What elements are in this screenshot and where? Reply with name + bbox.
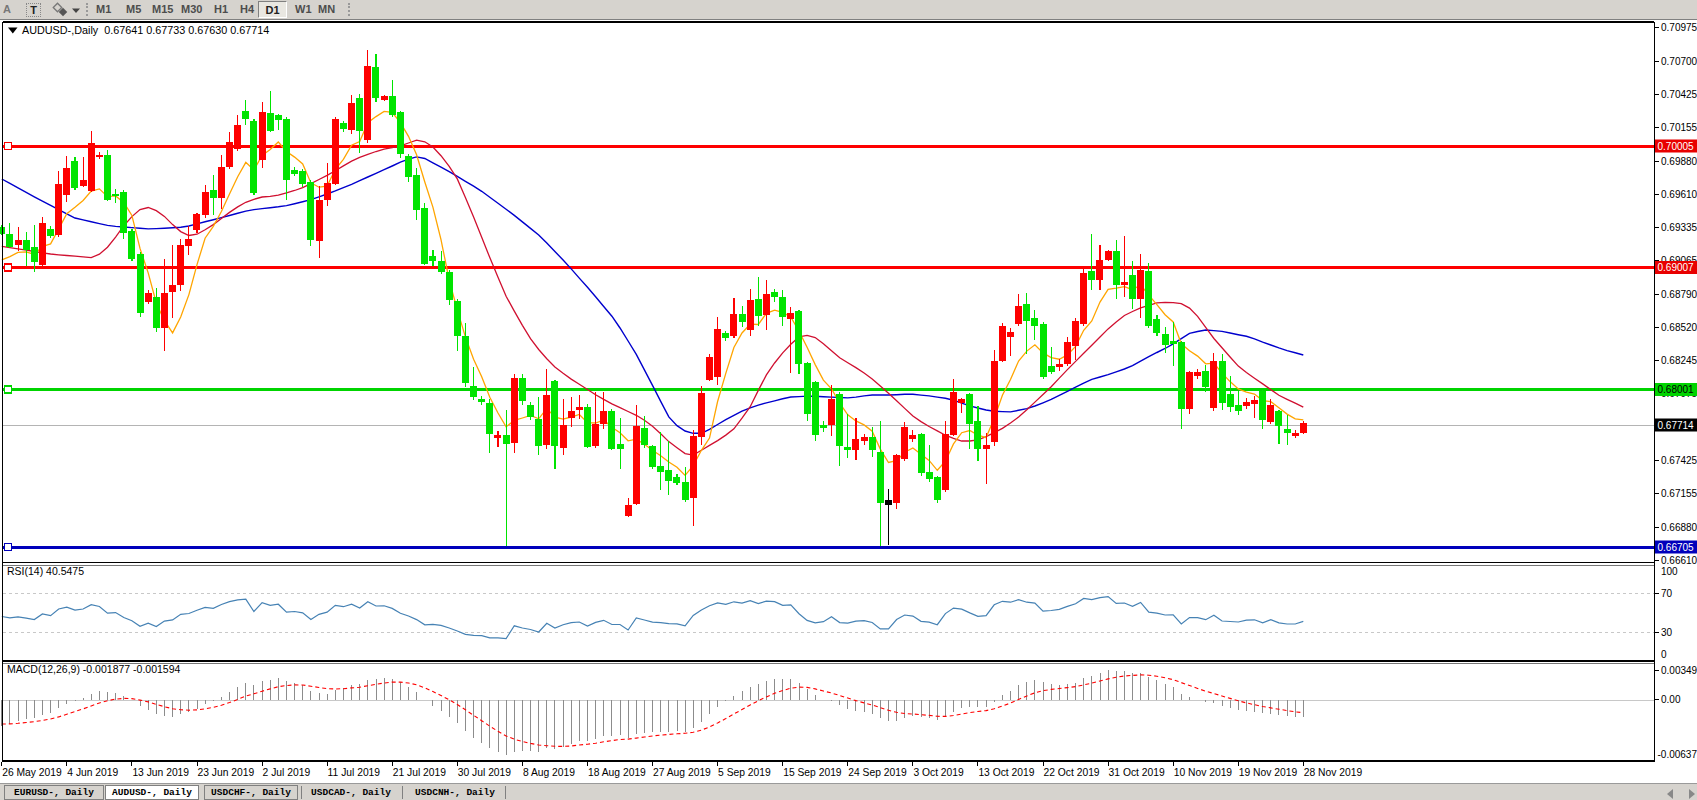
svg-text:70: 70 bbox=[1661, 588, 1673, 599]
svg-text:23 Jun 2019: 23 Jun 2019 bbox=[198, 767, 255, 778]
svg-text:RSI(14) 40.5475: RSI(14) 40.5475 bbox=[7, 565, 84, 577]
svg-text:5 Sep 2019: 5 Sep 2019 bbox=[718, 767, 771, 778]
svg-text:0.68790: 0.68790 bbox=[1661, 289, 1697, 300]
svg-text:24 Sep 2019: 24 Sep 2019 bbox=[848, 767, 907, 778]
svg-text:0.69335: 0.69335 bbox=[1661, 222, 1697, 233]
svg-text:28 Nov 2019: 28 Nov 2019 bbox=[1304, 767, 1363, 778]
svg-text:100: 100 bbox=[1661, 566, 1678, 577]
svg-text:0.67425: 0.67425 bbox=[1661, 455, 1697, 466]
svg-text:13 Jun 2019: 13 Jun 2019 bbox=[132, 767, 189, 778]
svg-text:-0.00637: -0.00637 bbox=[1658, 749, 1697, 760]
svg-text:0.00: 0.00 bbox=[1661, 694, 1681, 705]
svg-text:4 Jun 2019: 4 Jun 2019 bbox=[67, 767, 118, 778]
svg-text:30 Jul 2019: 30 Jul 2019 bbox=[458, 767, 512, 778]
svg-text:0.70975: 0.70975 bbox=[1661, 22, 1697, 33]
svg-text:10 Nov 2019: 10 Nov 2019 bbox=[1174, 767, 1233, 778]
svg-text:3 Oct 2019: 3 Oct 2019 bbox=[913, 767, 964, 778]
svg-text:AUDUSD-,Daily 0.67641 0.67733: AUDUSD-,Daily 0.67641 0.67733 0.67630 0.… bbox=[22, 24, 269, 36]
svg-text:8 Aug 2019: 8 Aug 2019 bbox=[523, 767, 575, 778]
svg-text:0.68520: 0.68520 bbox=[1661, 322, 1697, 333]
svg-text:0.69880: 0.69880 bbox=[1661, 156, 1697, 167]
svg-text:18 Aug 2019: 18 Aug 2019 bbox=[588, 767, 646, 778]
svg-text:MACD(12,26,9) -0.001877 -0.001: MACD(12,26,9) -0.001877 -0.001594 bbox=[7, 663, 181, 675]
svg-text:0.69610: 0.69610 bbox=[1661, 189, 1697, 200]
svg-text:11 Jul 2019: 11 Jul 2019 bbox=[328, 767, 381, 778]
svg-text:0.70700: 0.70700 bbox=[1661, 56, 1697, 67]
svg-text:0.68245: 0.68245 bbox=[1661, 355, 1697, 366]
svg-text:2 Jul 2019: 2 Jul 2019 bbox=[263, 767, 311, 778]
svg-text:30: 30 bbox=[1661, 627, 1673, 638]
svg-text:26 May 2019: 26 May 2019 bbox=[2, 767, 62, 778]
svg-text:0.69007: 0.69007 bbox=[1658, 262, 1695, 273]
svg-text:0.67714: 0.67714 bbox=[1658, 420, 1695, 431]
svg-text:0.68001: 0.68001 bbox=[1658, 384, 1695, 395]
svg-text:0.70155: 0.70155 bbox=[1661, 122, 1697, 133]
svg-text:0.67155: 0.67155 bbox=[1661, 488, 1697, 499]
svg-text:22 Oct 2019: 22 Oct 2019 bbox=[1044, 767, 1100, 778]
svg-text:27 Aug 2019: 27 Aug 2019 bbox=[653, 767, 711, 778]
svg-text:0.66705: 0.66705 bbox=[1658, 542, 1695, 553]
svg-text:21 Jul 2019: 21 Jul 2019 bbox=[393, 767, 447, 778]
svg-text:19 Nov 2019: 19 Nov 2019 bbox=[1239, 767, 1298, 778]
svg-text:0.00349: 0.00349 bbox=[1661, 665, 1697, 676]
svg-text:15 Sep 2019: 15 Sep 2019 bbox=[783, 767, 842, 778]
svg-text:0.70005: 0.70005 bbox=[1658, 141, 1695, 152]
svg-text:0: 0 bbox=[1661, 649, 1667, 660]
svg-text:0.66880: 0.66880 bbox=[1661, 522, 1697, 533]
svg-text:13 Oct 2019: 13 Oct 2019 bbox=[978, 767, 1034, 778]
svg-text:0.66610: 0.66610 bbox=[1661, 555, 1697, 566]
svg-text:31 Oct 2019: 31 Oct 2019 bbox=[1109, 767, 1165, 778]
svg-text:0.70425: 0.70425 bbox=[1661, 89, 1697, 100]
